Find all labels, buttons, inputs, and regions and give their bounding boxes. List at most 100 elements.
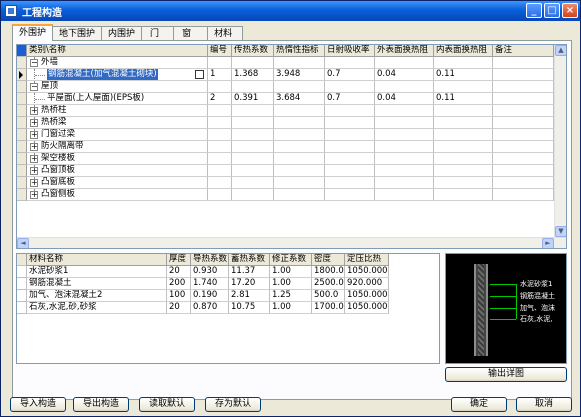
- cell-k[interactable]: [232, 57, 274, 69]
- cell-ri[interactable]: [434, 105, 493, 117]
- tab-interior[interactable]: 内围护: [101, 26, 143, 41]
- tree-name-cell[interactable]: − 屋顶: [27, 81, 208, 93]
- cell-k[interactable]: [232, 81, 274, 93]
- cell-re[interactable]: [375, 141, 434, 153]
- tree-group-row[interactable]: + 热桥柱: [17, 105, 554, 117]
- cell-re[interactable]: [375, 129, 434, 141]
- cell-remark[interactable]: [493, 141, 554, 153]
- cell-re[interactable]: [375, 105, 434, 117]
- cell-rho[interactable]: [325, 177, 375, 189]
- title-bar[interactable]: 工程构造 _ □ ×: [1, 1, 580, 21]
- cell-num[interactable]: [208, 129, 232, 141]
- tree-name-cell[interactable]: − 外墙: [27, 57, 208, 69]
- material-cell[interactable]: 1050.000: [345, 302, 389, 314]
- cell-re[interactable]: 0.04: [375, 93, 434, 105]
- tab-underground[interactable]: 地下围护: [52, 26, 103, 41]
- material-cell[interactable]: 11.37: [229, 266, 270, 278]
- export-detail-button[interactable]: 输出详图: [445, 367, 567, 382]
- mat-header-thickness[interactable]: 厚度: [167, 254, 191, 266]
- row-checkbox[interactable]: [195, 70, 204, 79]
- scroll-up-button[interactable]: ▲: [555, 45, 566, 56]
- cell-num[interactable]: [208, 177, 232, 189]
- material-cell[interactable]: 2500.0: [312, 278, 345, 290]
- expand-icon[interactable]: +: [30, 131, 38, 139]
- cell-ri[interactable]: [434, 165, 493, 177]
- tree-name-cell[interactable]: + 凸窗底板: [27, 177, 208, 189]
- tree-group-row[interactable]: − 外墙: [17, 57, 554, 69]
- column-header-inner-resistance[interactable]: 内表面换热阻: [434, 45, 493, 57]
- cell-k[interactable]: [232, 165, 274, 177]
- material-cell[interactable]: 1.00: [270, 302, 312, 314]
- material-cell[interactable]: 石灰,水泥,砂,砂浆: [27, 302, 167, 314]
- tree-name-cell[interactable]: + 凸窗顶板: [27, 165, 208, 177]
- cell-remark[interactable]: [493, 105, 554, 117]
- cell-num[interactable]: [208, 105, 232, 117]
- material-cell[interactable]: 2.81: [229, 290, 270, 302]
- cell-ri[interactable]: [434, 57, 493, 69]
- cell-rho[interactable]: [325, 189, 375, 201]
- cell-remark[interactable]: [493, 81, 554, 93]
- tree-name-cell[interactable]: 钢筋混凝土(加气混凝土砌块): [27, 69, 208, 81]
- scroll-down-button[interactable]: ▼: [555, 226, 566, 237]
- tree-name-cell[interactable]: + 门窗过梁: [27, 129, 208, 141]
- cancel-button[interactable]: 取消: [516, 397, 572, 412]
- cell-rho[interactable]: [325, 141, 375, 153]
- minimize-button[interactable]: _: [526, 3, 542, 18]
- collapse-icon[interactable]: −: [30, 83, 38, 91]
- tree-name-cell[interactable]: + 防火隔离带: [27, 141, 208, 153]
- maximize-button[interactable]: □: [544, 3, 560, 18]
- scroll-right-button[interactable]: ►: [542, 238, 554, 248]
- material-cell[interactable]: 1.25: [270, 290, 312, 302]
- material-cell[interactable]: 20: [167, 266, 191, 278]
- cell-num[interactable]: [208, 153, 232, 165]
- tree-group-row[interactable]: + 防火隔离带: [17, 141, 554, 153]
- material-cell[interactable]: 1.00: [270, 278, 312, 290]
- cell-ri[interactable]: [434, 129, 493, 141]
- column-header-number[interactable]: 编号: [208, 45, 232, 57]
- material-cell[interactable]: 100: [167, 290, 191, 302]
- cell-re[interactable]: [375, 117, 434, 129]
- cell-k[interactable]: [232, 177, 274, 189]
- cell-re[interactable]: 0.04: [375, 69, 434, 81]
- cell-k[interactable]: [232, 153, 274, 165]
- cell-d[interactable]: [274, 57, 325, 69]
- cell-remark[interactable]: [493, 177, 554, 189]
- cell-ri[interactable]: [434, 117, 493, 129]
- cell-remark[interactable]: [493, 69, 554, 81]
- cell-remark[interactable]: [493, 93, 554, 105]
- cell-ri[interactable]: [434, 177, 493, 189]
- tree-name-cell[interactable]: + 热桥柱: [27, 105, 208, 117]
- cell-d[interactable]: 3.684: [274, 93, 325, 105]
- cell-rho[interactable]: [325, 129, 375, 141]
- horizontal-scrollbar[interactable]: ◄ ►: [17, 237, 566, 248]
- mat-header-density[interactable]: 密度: [312, 254, 345, 266]
- material-cell[interactable]: 0.930: [191, 266, 229, 278]
- cell-ri[interactable]: [434, 189, 493, 201]
- cell-d[interactable]: [274, 117, 325, 129]
- cell-num[interactable]: 1: [208, 69, 232, 81]
- tab-material[interactable]: 材料: [207, 26, 244, 41]
- cell-d[interactable]: [274, 129, 325, 141]
- expand-icon[interactable]: +: [30, 191, 38, 199]
- cell-rho[interactable]: 0.7: [325, 93, 375, 105]
- material-cell[interactable]: 加气、泡沫混凝土2: [27, 290, 167, 302]
- expand-icon[interactable]: +: [30, 143, 38, 151]
- cell-k[interactable]: 1.368: [232, 69, 274, 81]
- expand-icon[interactable]: +: [30, 107, 38, 115]
- tree-group-row[interactable]: + 门窗过梁: [17, 129, 554, 141]
- material-cell[interactable]: 17.20: [229, 278, 270, 290]
- scroll-left-button[interactable]: ◄: [17, 238, 29, 248]
- cell-d[interactable]: [274, 141, 325, 153]
- cell-num[interactable]: [208, 189, 232, 201]
- cell-ri[interactable]: [434, 153, 493, 165]
- mat-header-conductivity[interactable]: 导热系数: [191, 254, 229, 266]
- tree-name-cell[interactable]: + 架空楼板: [27, 153, 208, 165]
- cell-d[interactable]: [274, 81, 325, 93]
- cell-ri[interactable]: 0.11: [434, 69, 493, 81]
- cell-d[interactable]: [274, 165, 325, 177]
- vertical-scrollbar[interactable]: ▲ ▼: [554, 45, 566, 237]
- material-cell[interactable]: 钢筋混凝土: [27, 278, 167, 290]
- cell-num[interactable]: [208, 117, 232, 129]
- tree-name-cell[interactable]: 平屋面(上人屋面)(EPS板): [27, 93, 208, 105]
- cell-k[interactable]: 0.391: [232, 93, 274, 105]
